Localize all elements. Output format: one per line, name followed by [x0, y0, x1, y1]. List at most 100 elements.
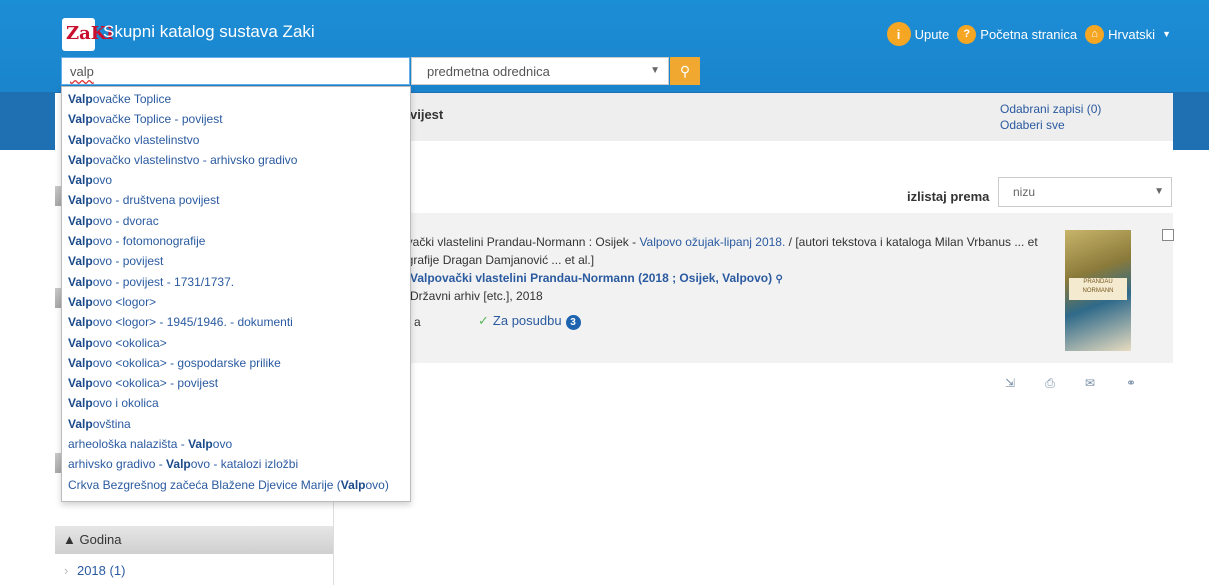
availability-badge[interactable]: ✓ Za posudbu 3 [478, 313, 581, 330]
autocomplete-item[interactable]: Valpovo - fotomonografije [62, 231, 410, 251]
nav-pocetna[interactable]: Početna stranica [980, 27, 1077, 42]
suggestion-match: Valp [68, 92, 93, 106]
export-icon[interactable]: ⇲ [1002, 376, 1018, 390]
facet-heading-label: Godina [79, 532, 122, 547]
record-title-link[interactable]: Valpovo ožujak-lipanj 2018. [639, 235, 785, 249]
suggestion-suffix: ovo - povijest - 1731/1737. [92, 274, 235, 289]
record-title-suffix: / [autori tekstova i kataloga Milan Vrba… [785, 235, 1038, 249]
record-responsibility: ografije Dragan Damjanović ... et al.] [400, 253, 595, 267]
suggestion-prefix: arhivsko gradivo - [68, 457, 167, 472]
sort-value: nizu [1013, 185, 1036, 199]
autocomplete-item[interactable]: Valpovo i okolica [62, 393, 410, 413]
autocomplete-item[interactable]: Valpovačke Toplice [62, 89, 410, 109]
suggestion-match: Valp [68, 132, 93, 147]
chevron-down-icon[interactable]: ▼ [1162, 29, 1171, 39]
suggestion-match: Valp [166, 457, 191, 472]
suggestion-match: Valp [68, 213, 93, 228]
suggestion-match: Valp [68, 173, 93, 188]
autocomplete-item[interactable]: Valpovo <okolica> - gospodarske prilike [62, 353, 410, 373]
availability-label: Za posudbu [492, 313, 562, 328]
result-record: ovački vlastelini Prandau-Normann : Osij… [334, 213, 1174, 363]
suggestion-suffix: ovo - fotomonografije [92, 234, 206, 249]
suggestion-suffix: ovo i okolica [92, 396, 159, 411]
help-icon[interactable]: ? [957, 24, 977, 44]
print-icon[interactable]: ⎙ [1042, 376, 1058, 390]
top-nav: i Upute ? Početna stranica ⌂ Hrvatski ▼ [883, 22, 1171, 46]
suggestion-suffix: ovština [92, 416, 131, 431]
suggestion-match: Valp [68, 355, 93, 370]
record-material: a [414, 315, 421, 329]
autocomplete-item[interactable]: Valpovačko vlastelinstvo - arhivsko grad… [62, 150, 410, 170]
selected-records-link[interactable]: Odabrani zapisi (0) [1000, 101, 1101, 117]
search-type-value: predmetna odrednica [427, 64, 550, 79]
autocomplete-item[interactable]: Valpovo - društvena povijest [62, 190, 410, 210]
nav-language[interactable]: Hrvatski [1108, 27, 1155, 42]
suggestion-match: Valp [68, 335, 93, 350]
availability-count: 3 [565, 315, 581, 330]
autocomplete-item[interactable]: Valpovačke Toplice - povijest [62, 109, 410, 129]
suggestion-suffix: ovačko vlastelinstvo [92, 132, 200, 147]
chevron-down-icon: ▼ [1154, 186, 1164, 197]
breadcrumb: vijest [410, 107, 444, 122]
suggestion-suffix: ovo) [365, 477, 389, 492]
select-all-link[interactable]: Odaberi sve [1000, 117, 1101, 133]
autocomplete-item[interactable]: Valpovo <logor> [62, 292, 410, 312]
zaki-logo[interactable]: ZaKi [62, 18, 113, 51]
autocomplete-item[interactable]: Valpovo <okolica> [62, 333, 410, 353]
autocomplete-item[interactable]: Valpovo <logor> - 1945/1946. - dokumenti [62, 312, 410, 332]
autocomplete-item[interactable]: Valpovo - povijest - 1731/1737. [62, 272, 410, 292]
suggestion-suffix: ovo - društvena povijest [92, 193, 220, 208]
facet-item-count: (1) [109, 563, 126, 578]
autocomplete-item[interactable]: Valpovo - povijest [62, 251, 410, 271]
suggestion-match: Valp [68, 152, 93, 167]
autocomplete-item[interactable]: Valpovo - dvorac [62, 211, 410, 231]
suggestion-match: Valp [188, 437, 213, 452]
suggestion-prefix: Crkva Bezgrešnog začeća Blažene Djevice … [68, 477, 341, 492]
suggestion-match: Valp [68, 294, 93, 309]
suggestion-prefix: arheološka nalazišta - [68, 437, 189, 452]
autocomplete-item[interactable]: Valpovačko vlastelinstvo [62, 130, 410, 150]
record-subject-text: Valpovački vlastelini Prandau-Normann (2… [410, 271, 773, 285]
record-subject-link[interactable]: Valpovački vlastelini Prandau-Normann (2… [410, 271, 783, 285]
suggestion-match: Valp [68, 376, 93, 391]
suggestion-suffix: ovo <okolica> - gospodarske prilike [92, 355, 281, 370]
chevron-down-icon: ▼ [650, 65, 660, 76]
home-icon[interactable]: ⌂ [1085, 24, 1105, 44]
autocomplete-item[interactable]: Valpovo [62, 170, 410, 190]
suggestion-match: Valp [68, 193, 93, 208]
email-icon[interactable]: ✉ [1082, 376, 1098, 390]
app-title[interactable]: Skupni katalog sustava Zaki [103, 22, 315, 42]
search-type-select[interactable]: predmetna odrednica ▼ [411, 57, 669, 85]
suggestion-suffix: ovo [212, 437, 233, 452]
facet-heading-godina[interactable]: ▲ Godina [55, 526, 333, 554]
autocomplete-item[interactable]: Crkva Bezgrešnog začeća Blažene Djevice … [62, 475, 410, 495]
results-header-bar: vijest Odabrani zapisi (0) Odaberi sve [334, 93, 1173, 141]
nav-upute[interactable]: Upute [915, 27, 950, 42]
suggestion-suffix: ovo - povijest [92, 254, 164, 269]
book-cover-image[interactable]: PRANDAU NORMANN [1065, 230, 1131, 351]
search-input[interactable]: valp [61, 57, 410, 85]
link-icon[interactable]: ⚭ [1123, 376, 1139, 390]
suggestion-suffix: ovo <okolica> - povijest [92, 376, 219, 391]
record-checkbox[interactable] [1162, 229, 1174, 241]
suggestion-match: Valp [68, 315, 93, 330]
autocomplete-item[interactable]: Valpovo <okolica> - povijest [62, 373, 410, 393]
suggestion-match: Valp [68, 234, 93, 249]
suggestion-match: Valp [68, 274, 93, 289]
chevron-right-icon: › [64, 563, 69, 578]
info-icon[interactable]: i [886, 22, 911, 46]
suggestion-match: Valp [340, 477, 366, 492]
facet-item-label: 2018 [76, 563, 106, 578]
sort-select[interactable]: nizu ▼ [998, 177, 1172, 207]
autocomplete-item[interactable]: arhivsko gradivo - Valpovo - katalozi iz… [62, 454, 410, 474]
search-icon[interactable]: ⚲ [775, 274, 782, 285]
chevron-up-icon: ▲ [63, 532, 76, 547]
search-button[interactable]: ⚲ [670, 57, 700, 85]
suggestion-suffix: ovačko vlastelinstvo - arhivsko gradivo [92, 152, 298, 167]
record-title: ovački vlastelini Prandau-Normann : Osij… [400, 235, 1038, 249]
autocomplete-item[interactable]: arheološka nalazišta - Valpovo [62, 434, 410, 454]
suggestion-suffix: ovo <okolica> [92, 335, 167, 350]
facet-item[interactable]: › 2018 (1) [64, 563, 125, 578]
suggestion-suffix: ovo <logor> [92, 294, 157, 309]
autocomplete-item[interactable]: Valpovština [62, 414, 410, 434]
